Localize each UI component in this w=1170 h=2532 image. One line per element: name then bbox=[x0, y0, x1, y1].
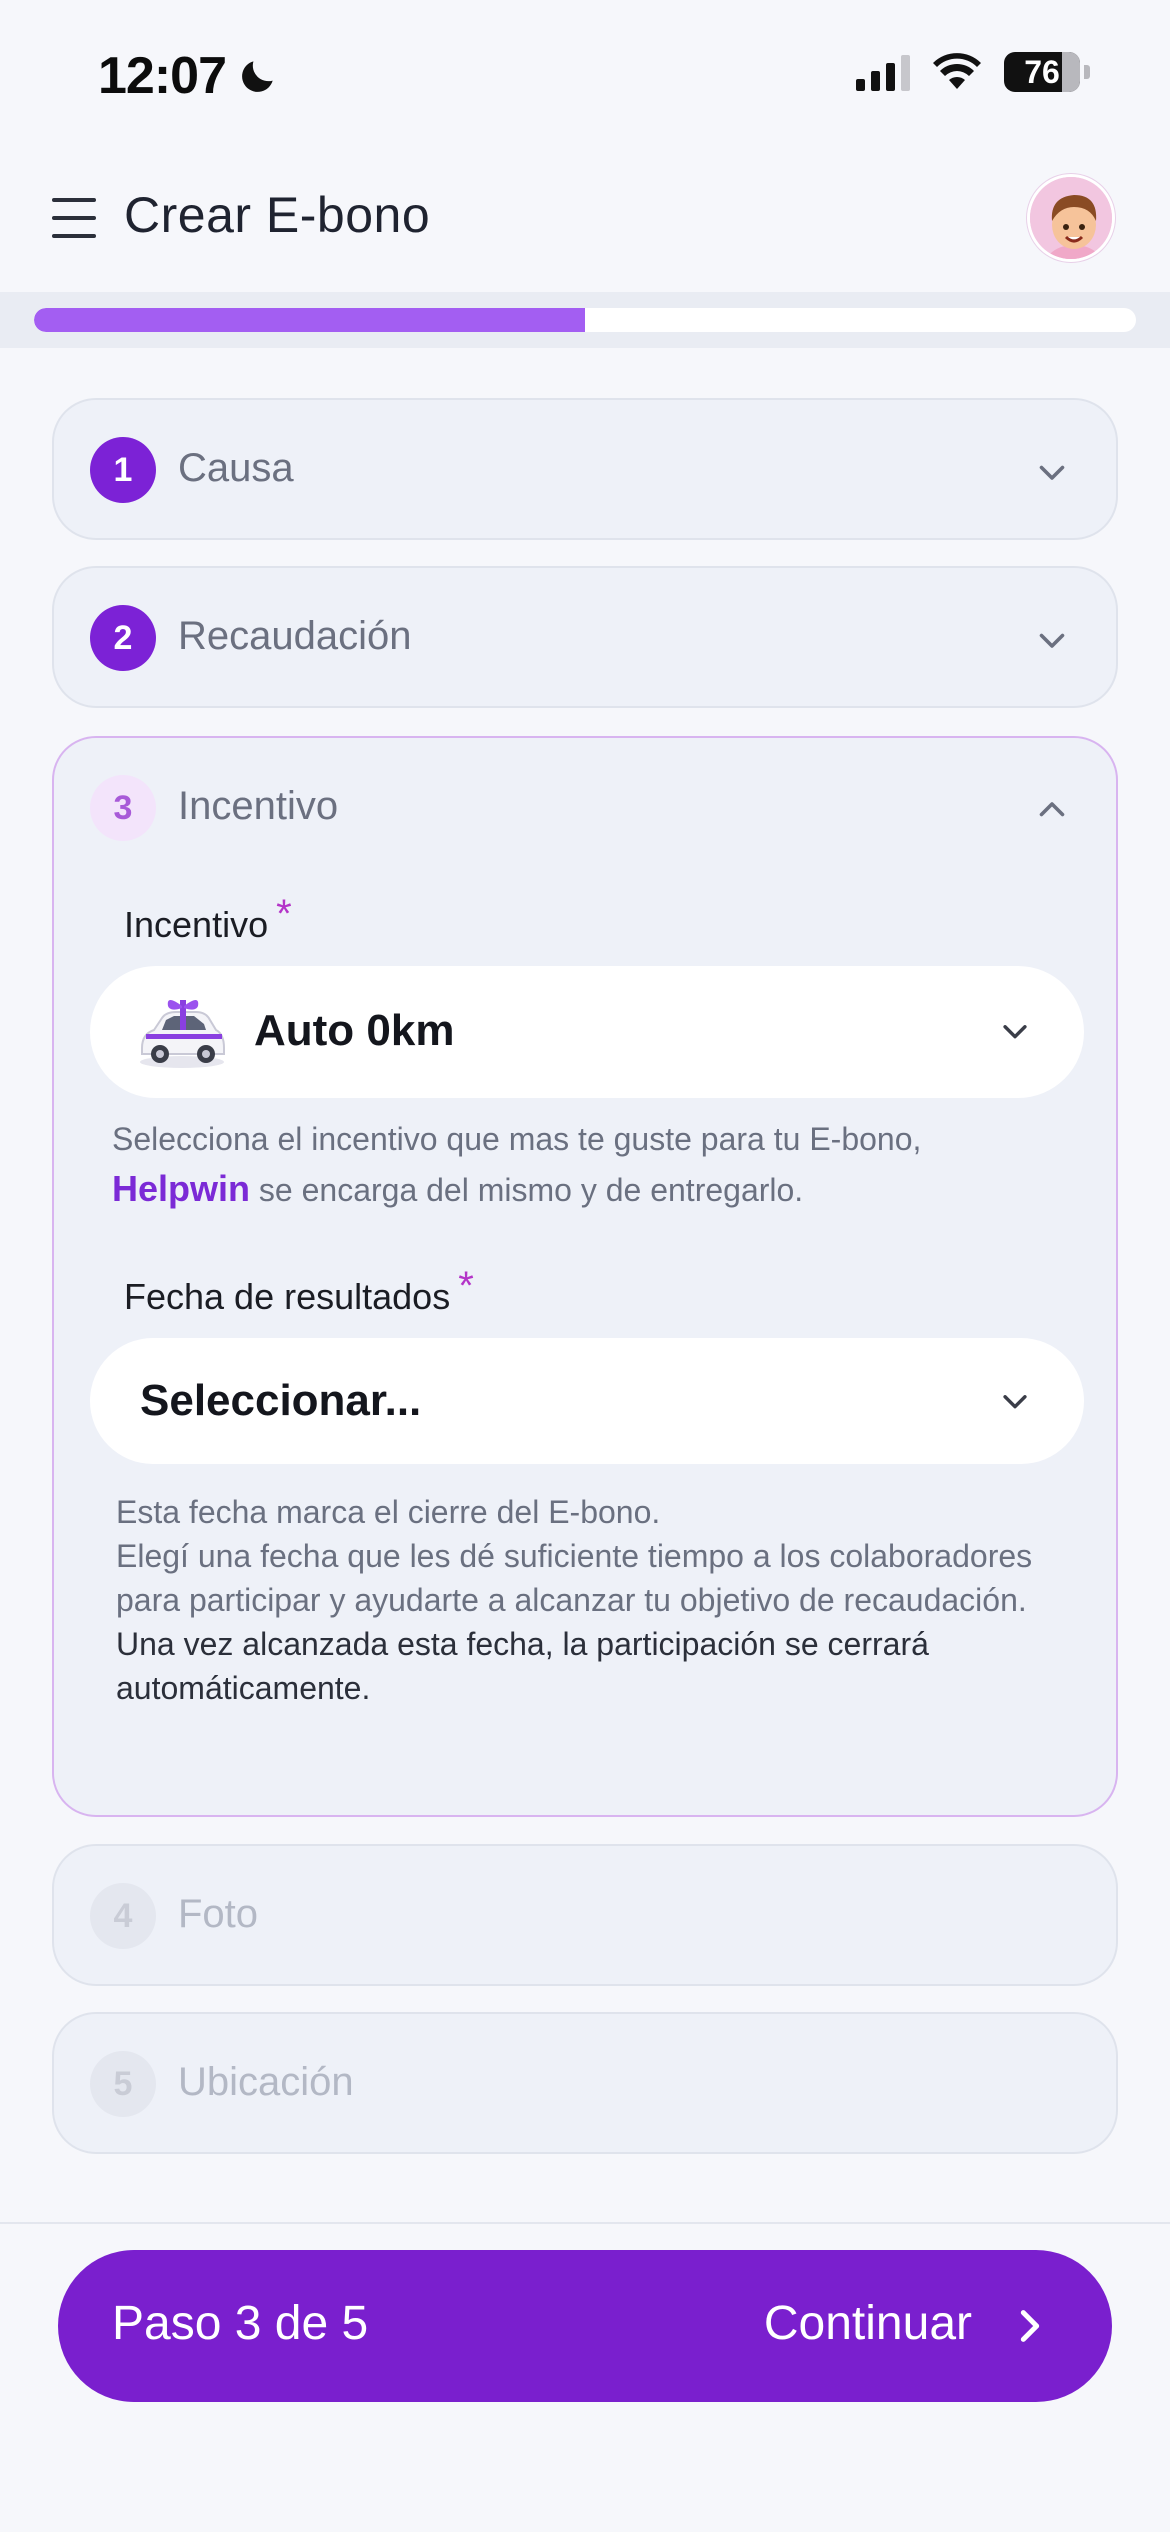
step-number-badge: 3 bbox=[90, 775, 156, 841]
app-header: Crear E-bono bbox=[0, 150, 1170, 292]
moon-icon bbox=[242, 61, 273, 92]
date-select[interactable]: Seleccionar... bbox=[90, 1338, 1084, 1464]
step-number-badge: 4 bbox=[90, 1883, 156, 1949]
chevron-up-icon[interactable] bbox=[1034, 792, 1070, 828]
chevron-down-icon bbox=[1039, 633, 1065, 648]
progress-track bbox=[34, 308, 1136, 332]
step-number-badge: 1 bbox=[90, 437, 156, 503]
incentive-field-label: Incentivo * bbox=[124, 892, 292, 947]
page-title: Crear E-bono bbox=[124, 187, 431, 243]
chevron-right-icon bbox=[1020, 2310, 1040, 2342]
date-field-label: Fecha de resultados * bbox=[124, 1264, 474, 1319]
date-help-line-3: Una vez alcanzada esta fecha, la partici… bbox=[116, 1626, 929, 1706]
step-counter: Paso 3 de 5 bbox=[112, 2297, 369, 2350]
user-avatar[interactable] bbox=[1027, 174, 1115, 262]
incentive-help-line-1: Selecciona el incentivo que mas te guste… bbox=[112, 1121, 922, 1157]
avatar-face-icon bbox=[1030, 177, 1112, 259]
chevron-down-icon bbox=[1003, 1395, 1027, 1409]
required-mark: * bbox=[458, 1264, 474, 1308]
incentive-selected-value: Auto 0km bbox=[254, 1006, 455, 1055]
chevron-down-icon bbox=[1039, 465, 1065, 480]
progress-bar bbox=[0, 292, 1170, 348]
continue-button[interactable]: Paso 3 de 5 Continuar bbox=[58, 2250, 1112, 2402]
date-help-line-1: Esta fecha marca el cierre del E-bono. bbox=[116, 1494, 661, 1530]
status-time: 12:07 bbox=[98, 46, 280, 106]
incentive-select[interactable]: Auto 0km bbox=[90, 966, 1084, 1098]
status-bar: 12:07 76 bbox=[0, 0, 1170, 150]
brand-name: Helpwin bbox=[112, 1168, 251, 1209]
signal-icon bbox=[856, 53, 910, 91]
car-gift-icon bbox=[140, 1000, 225, 1068]
step-ubicacion: 5 Ubicación bbox=[52, 2012, 1118, 2154]
date-help-line-2: Elegí una fecha que les dé suficiente ti… bbox=[116, 1538, 1033, 1618]
continue-label: Continuar bbox=[763, 2297, 972, 2350]
step-recaudacion[interactable]: 2 Recaudación bbox=[52, 566, 1118, 708]
bottom-divider bbox=[0, 2222, 1170, 2224]
battery-icon: 76 bbox=[1004, 52, 1080, 92]
progress-fill bbox=[34, 308, 585, 332]
step-label: Causa bbox=[178, 446, 294, 490]
step-number-badge: 5 bbox=[90, 2051, 156, 2117]
status-time-text: 12:07 bbox=[98, 47, 227, 105]
battery-tip bbox=[1084, 65, 1090, 79]
hamburger-menu-icon[interactable] bbox=[52, 198, 96, 238]
date-label-text: Fecha de resultados bbox=[124, 1276, 451, 1317]
date-help-text: Esta fecha marca el cierre del E-bono. E… bbox=[116, 1490, 1076, 1710]
status-indicators: 76 bbox=[856, 52, 1090, 92]
step-causa[interactable]: 1 Causa bbox=[52, 398, 1118, 540]
chevron-down-icon bbox=[1003, 1025, 1027, 1039]
step-label: Ubicación bbox=[178, 2060, 354, 2104]
incentive-help-line-2: se encarga del mismo y de entregarlo. bbox=[250, 1172, 804, 1208]
step-label: Foto bbox=[178, 1892, 259, 1936]
incentive-help-text: Selecciona el incentivo que mas te guste… bbox=[112, 1114, 1092, 1215]
step-label: Recaudación bbox=[178, 614, 412, 658]
step-incentivo: 3 Incentivo Incentivo * Auto 0km Seleccio… bbox=[52, 736, 1118, 1817]
date-placeholder: Seleccionar... bbox=[140, 1376, 422, 1425]
required-mark: * bbox=[276, 892, 292, 936]
wifi-icon bbox=[933, 53, 981, 89]
battery-level: 76 bbox=[1024, 53, 1060, 90]
step-foto: 4 Foto bbox=[52, 1844, 1118, 1986]
incentive-label-text: Incentivo bbox=[124, 904, 269, 945]
step-number-badge: 2 bbox=[90, 605, 156, 671]
step-label: Incentivo bbox=[178, 784, 339, 828]
